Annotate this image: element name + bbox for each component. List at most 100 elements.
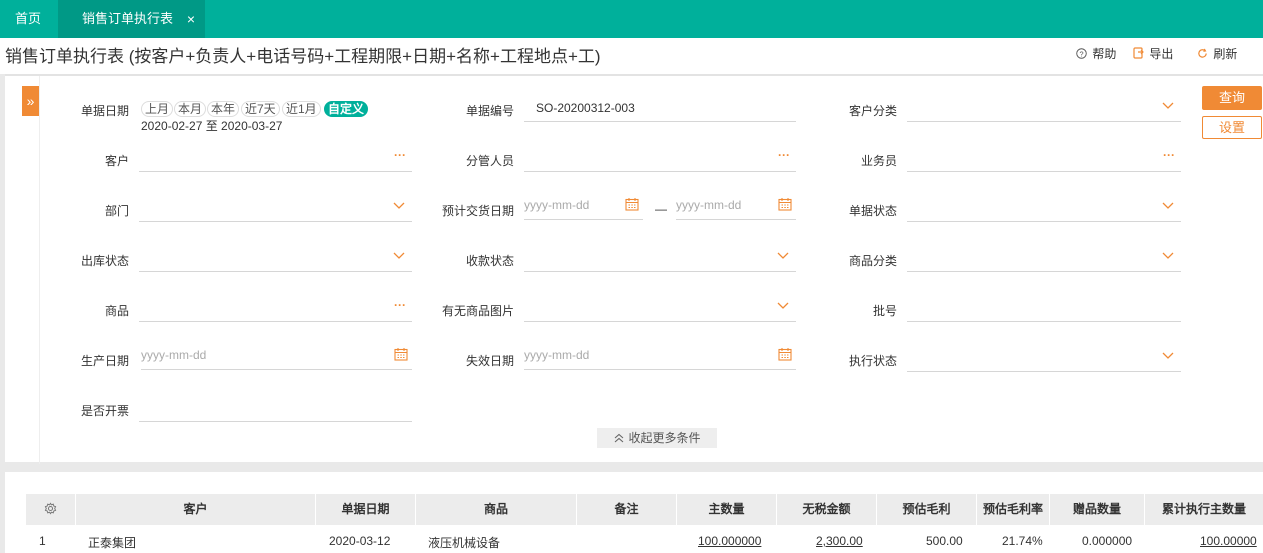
tab-label: 销售订单执行表 xyxy=(82,11,174,26)
manager-field[interactable]: ··· xyxy=(524,148,796,172)
cell-gift-qty: 0.000000 xyxy=(1082,534,1133,548)
date-placeholder: yyyy-mm-dd xyxy=(524,198,590,212)
date-chip-this-year[interactable]: 本年 xyxy=(207,101,240,117)
date-chip-last-1-month[interactable]: 近1月 xyxy=(282,101,321,117)
cell-amount-link[interactable]: 2,300.00 xyxy=(816,534,863,548)
customer-label: 客户 xyxy=(104,154,129,168)
query-button[interactable]: 查询 xyxy=(1202,86,1262,110)
tab-sales-order-execution[interactable]: 销售订单执行表 × xyxy=(58,0,205,38)
tab-home[interactable]: 首页 xyxy=(0,0,56,38)
customer-field[interactable]: ··· xyxy=(139,148,412,172)
refresh-button[interactable]: 刷新 xyxy=(1197,45,1237,62)
cell-profit: 500.00 xyxy=(926,534,963,548)
column-header-profit[interactable]: 预估毛利 xyxy=(877,494,977,525)
expected-delivery-label: 预计交货日期 xyxy=(441,204,514,218)
help-label: 帮助 xyxy=(1092,47,1117,61)
filter-panel: » 单据日期 上月 本月 本年 近7天 近1月 自定义 2020-02-27 至… xyxy=(5,74,1263,464)
column-header-gift-qty[interactable]: 赠品数量 xyxy=(1050,494,1145,525)
cell-product: 液压机械设备 xyxy=(428,536,501,550)
collapse-label: 收起更多条件 xyxy=(628,431,701,445)
data-grid: 客户 单据日期 商品 备注 主数量 无税金额 预估毛利 预估毛利率 赠品数量 累… xyxy=(5,472,1263,553)
exec-status-select[interactable] xyxy=(907,348,1181,372)
chevron-up-icon xyxy=(615,433,624,443)
column-header-profit-rate[interactable]: 预估毛利率 xyxy=(977,494,1050,525)
date-placeholder: yyyy-mm-dd xyxy=(524,348,590,362)
outbound-status-label: 出库状态 xyxy=(80,254,129,268)
collapse-conditions-button[interactable]: 收起更多条件 xyxy=(597,428,717,448)
chevron-down-icon xyxy=(1162,252,1174,259)
help-button[interactable]: ? 帮助 xyxy=(1076,45,1116,62)
department-select[interactable] xyxy=(139,198,412,222)
more-icon[interactable]: ··· xyxy=(1163,148,1175,162)
range-dash: — xyxy=(655,202,667,216)
customer-category-label: 客户分类 xyxy=(848,104,897,118)
cell-exec-qty-link[interactable]: 100.00000 xyxy=(1200,534,1257,548)
export-label: 导出 xyxy=(1149,47,1174,61)
batch-field[interactable] xyxy=(907,298,1181,322)
refresh-icon xyxy=(1197,47,1211,61)
date-chip-last-7-days[interactable]: 近7天 xyxy=(241,101,280,117)
close-icon[interactable]: × xyxy=(187,0,195,38)
chevron-down-icon xyxy=(1162,202,1174,209)
product-label: 商品 xyxy=(104,304,129,318)
date-chip-last-month[interactable]: 上月 xyxy=(141,101,174,117)
export-button[interactable]: 导出 xyxy=(1133,45,1173,62)
bill-no-field[interactable]: SO-20200312-003 xyxy=(524,98,796,122)
setting-button[interactable]: 设置 xyxy=(1202,116,1262,139)
salesman-field[interactable]: ··· xyxy=(907,148,1181,172)
date-chip-this-month[interactable]: 本月 xyxy=(174,101,207,117)
column-header-exec-qty[interactable]: 累计执行主数量 xyxy=(1145,494,1263,525)
expiry-date-field[interactable]: yyyy-mm-dd xyxy=(524,346,796,370)
payment-status-label: 收款状态 xyxy=(465,254,514,268)
question-icon: ? xyxy=(1076,47,1090,61)
cell-date: 2020-03-12 xyxy=(329,534,391,548)
column-settings-cell[interactable] xyxy=(26,494,76,525)
has-image-label: 有无商品图片 xyxy=(441,304,514,318)
exec-status-label: 执行状态 xyxy=(848,354,897,368)
svg-text:?: ? xyxy=(1079,49,1083,58)
column-header-product[interactable]: 商品 xyxy=(416,494,577,525)
invoiced-field[interactable] xyxy=(139,398,412,422)
production-date-label: 生产日期 xyxy=(80,354,129,368)
department-label: 部门 xyxy=(104,204,129,218)
gear-icon xyxy=(44,502,57,515)
cell-main-qty-link[interactable]: 100.000000 xyxy=(698,534,761,548)
date-placeholder: yyyy-mm-dd xyxy=(141,348,207,362)
outbound-status-select[interactable] xyxy=(139,248,412,272)
cell-customer: 正泰集团 xyxy=(88,536,137,550)
invoiced-label: 是否开票 xyxy=(80,404,129,418)
cell-profit-rate: 21.74% xyxy=(1002,534,1043,548)
bill-no-value: SO-20200312-003 xyxy=(536,101,635,115)
chevron-down-icon xyxy=(1162,352,1174,359)
export-icon xyxy=(1133,47,1147,61)
column-header-main-qty[interactable]: 主数量 xyxy=(677,494,777,525)
column-header-customer[interactable]: 客户 xyxy=(76,494,316,525)
product-category-label: 商品分类 xyxy=(848,254,897,268)
calendar-icon[interactable] xyxy=(625,197,639,211)
column-header-date[interactable]: 单据日期 xyxy=(316,494,416,525)
date-placeholder: yyyy-mm-dd xyxy=(676,198,742,212)
bill-date-label: 单据日期 xyxy=(80,104,129,118)
has-image-select[interactable] xyxy=(524,298,796,322)
product-category-select[interactable] xyxy=(907,248,1181,272)
page-title: 销售订单执行表 (按客户+负责人+电话号码+工程期限+日期+名称+工程地点+工) xyxy=(5,47,601,66)
refresh-label: 刷新 xyxy=(1213,47,1238,61)
chevron-down-icon xyxy=(1162,102,1174,109)
row-index: 1 xyxy=(39,534,46,548)
salesman-label: 业务员 xyxy=(860,154,897,168)
customer-category-select[interactable] xyxy=(907,98,1181,122)
manager-label: 分管人员 xyxy=(465,154,514,168)
payment-status-select[interactable] xyxy=(524,248,796,272)
expected-delivery-start[interactable]: yyyy-mm-dd xyxy=(524,196,643,220)
bill-status-label: 单据状态 xyxy=(848,204,897,218)
batch-label: 批号 xyxy=(872,304,897,318)
expiry-date-label: 失效日期 xyxy=(465,354,514,368)
top-tab-bar: 首页 销售订单执行表 × xyxy=(0,0,1263,38)
column-header-note[interactable]: 备注 xyxy=(577,494,677,525)
date-chip-custom[interactable]: 自定义 xyxy=(324,101,369,117)
product-field[interactable]: ··· xyxy=(139,298,412,322)
grid-header: 客户 单据日期 商品 备注 主数量 无税金额 预估毛利 预估毛利率 赠品数量 累… xyxy=(26,494,1263,525)
column-header-amount[interactable]: 无税金额 xyxy=(777,494,877,525)
bill-status-select[interactable] xyxy=(907,198,1181,222)
production-date-field[interactable]: yyyy-mm-dd xyxy=(141,346,412,370)
